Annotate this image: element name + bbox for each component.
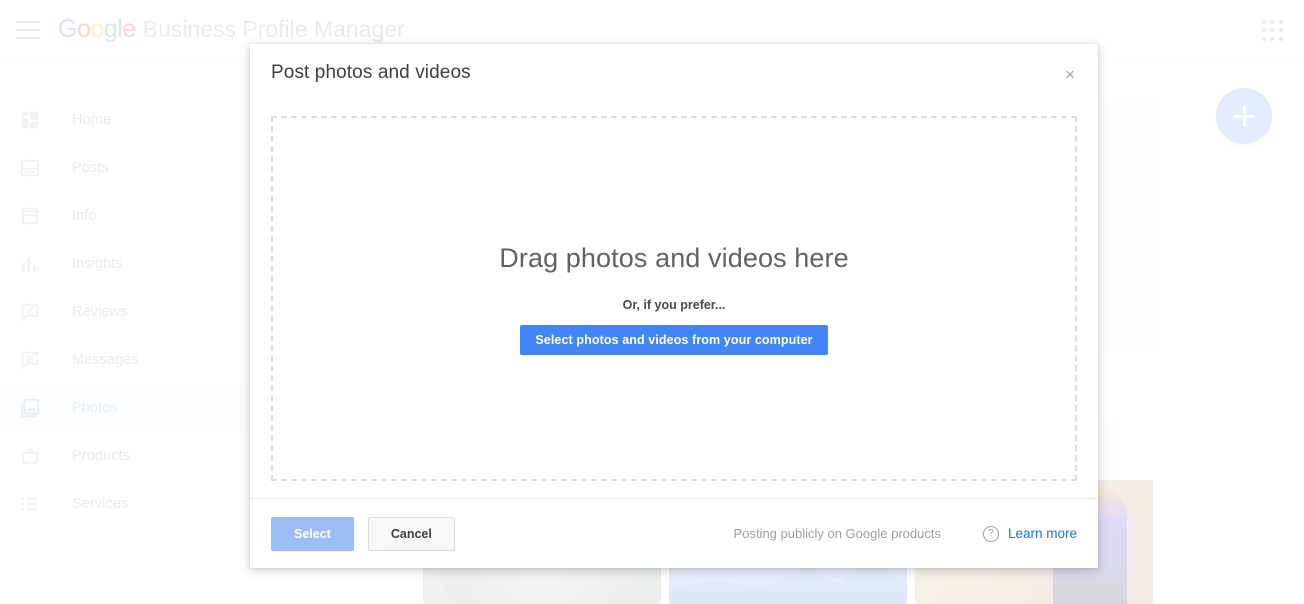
cancel-button[interactable]: Cancel: [368, 517, 455, 551]
file-dropzone[interactable]: Drag photos and videos here Or, if you p…: [271, 116, 1077, 481]
dialog-body: Drag photos and videos here Or, if you p…: [250, 102, 1098, 498]
app-root: CAFE Home Posts Info: [0, 0, 1304, 604]
posting-note: Posting publicly on Google products: [734, 526, 941, 541]
close-icon[interactable]: ×: [1058, 62, 1082, 86]
dialog-title: Post photos and videos: [271, 62, 471, 84]
select-button[interactable]: Select: [271, 517, 354, 551]
dialog-header: Post photos and videos ×: [250, 44, 1098, 102]
help-circle-icon[interactable]: ?: [983, 526, 999, 542]
post-photos-dialog: Post photos and videos × Drag photos and…: [250, 44, 1098, 568]
select-files-button[interactable]: Select photos and videos from your compu…: [520, 325, 827, 355]
dropzone-subtext: Or, if you prefer...: [623, 298, 726, 312]
dropzone-heading: Drag photos and videos here: [499, 243, 848, 274]
footer-right-group: Posting publicly on Google products ? Le…: [734, 526, 1077, 542]
dialog-footer: Select Cancel Posting publicly on Google…: [250, 498, 1098, 568]
learn-more-link[interactable]: Learn more: [1008, 526, 1077, 541]
